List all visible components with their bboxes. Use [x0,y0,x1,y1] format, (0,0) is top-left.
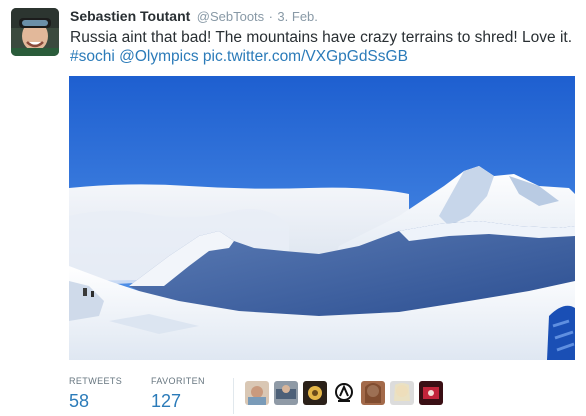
favoriter-avatar[interactable] [419,381,443,405]
tweet-text-line: Russia aint that bad! The mountains have… [70,29,573,46]
favoriter-avatar[interactable] [245,381,269,405]
author-fullname[interactable]: Sebastien Toutant [70,8,190,24]
favoriter-avatar[interactable] [332,381,356,405]
favoriter-avatar[interactable] [390,381,414,405]
favoriter-avatar[interactable] [274,381,298,405]
retweets-stat[interactable]: RETWEETS 58 [69,376,122,412]
favorites-stat[interactable]: FAVORITEN 127 [151,376,205,412]
hashtag-link[interactable]: #sochi [70,48,115,65]
header-separator: · [268,9,273,24]
tweet: Sebastien Toutant @SebToots · 3. Feb. Ru… [0,0,586,416]
tweet-photo[interactable] [69,76,575,360]
tweet-text: Russia aint that bad! The mountains have… [70,28,575,66]
pic-link[interactable]: pic.twitter.com/VXGpGdSsGB [203,48,408,65]
favoriter-avatar[interactable] [303,381,327,405]
mention-link[interactable]: @Olympics [119,48,198,65]
tweet-text-links: #sochi @Olympics pic.twitter.com/VXGpGdS… [70,47,575,66]
tweet-header: Sebastien Toutant @SebToots · 3. Feb. [70,8,576,26]
favorites-count[interactable]: 127 [151,391,205,412]
retweets-count[interactable]: 58 [69,391,122,412]
retweets-label: RETWEETS [69,376,123,386]
author-avatar[interactable] [11,8,59,56]
author-username[interactable]: @SebToots [197,9,264,24]
favoriter-avatar[interactable] [361,381,385,405]
tweet-timestamp[interactable]: 3. Feb. [277,9,317,24]
stats-divider [233,378,234,414]
favorites-label: FAVORITEN [151,376,205,386]
